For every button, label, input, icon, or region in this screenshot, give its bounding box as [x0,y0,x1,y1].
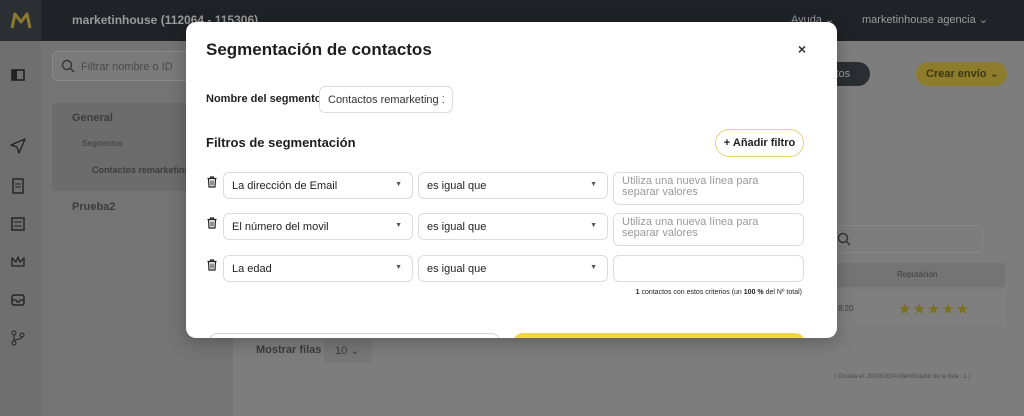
value-textarea[interactable] [613,213,804,246]
group-title-prueba2[interactable]: Prueba2 [72,201,115,213]
search-icon [61,59,75,73]
filter-row: La dirección de Email ▼ es igual que ▼ [206,172,806,206]
segment-name-label: Nombre del segmento [206,93,322,105]
segmentation-modal: Segmentación de contactos × Nombre del s… [186,22,837,338]
inbox-icon[interactable] [10,292,26,308]
value-textarea[interactable] [613,172,804,205]
chevron-down-icon: ▼ [395,264,402,271]
contacts-count-summary: 1 contactos con estos criterios (un 100 … [635,289,802,296]
table-header: Reputación [832,263,1005,287]
segments-label: Segmentos [82,139,123,148]
filter-row: La edad ▼ es igual que ▼ [206,255,806,289]
field-select-value: La dirección de Email [232,180,338,192]
icon-sidebar [0,41,41,416]
chevron-down-icon: ▼ [590,222,597,229]
list-icon[interactable] [10,216,26,232]
filter-search-input[interactable]: Filtrar nombre o ID [52,51,202,81]
segment-item[interactable]: Contactos remarketing 1 [92,165,198,175]
chevron-down-icon: ▼ [590,264,597,271]
rows-select[interactable]: 10 ⌄ [324,339,372,363]
row-time: 8:20 [838,304,854,313]
operator-select-value: es igual que [427,221,487,233]
field-select[interactable]: La dirección de Email ▼ [223,172,413,199]
create-send-button[interactable]: Crear envío ⌄ [916,62,1007,86]
trash-icon[interactable] [206,216,218,229]
group-title-general[interactable]: General [72,112,113,124]
trash-icon[interactable] [206,175,218,188]
account-menu[interactable]: marketinhouse agencia ⌄ [862,13,988,26]
reputation-header[interactable]: Reputación [897,270,937,279]
rating-stars: ★★★★★ [898,301,971,318]
operator-select-value: es igual que [427,263,487,275]
branch-icon[interactable] [10,330,26,346]
list-footer: ( Creada el: 20/03/2024 Identificador de… [834,374,971,380]
trash-icon[interactable] [206,258,218,271]
rows-label: Mostrar filas [256,344,322,356]
add-filter-button[interactable]: + Añadir filtro [715,129,804,157]
field-select[interactable]: La edad ▼ [223,255,413,282]
chevron-down-icon: ▼ [395,181,402,188]
logo-icon[interactable] [0,0,41,41]
send-icon[interactable] [10,138,26,154]
crown-icon[interactable] [10,254,26,270]
modal-title: Segmentación de contactos [206,40,432,59]
document-icon[interactable] [10,178,26,194]
table-row[interactable]: 8:20 ★★★★★ [832,289,1005,327]
segment-name-input[interactable] [319,86,453,113]
filters-title: Filtros de segmentación [206,135,356,150]
panel-toggle-icon[interactable] [10,67,26,83]
chevron-down-icon: ▼ [395,222,402,229]
close-icon[interactable]: × [793,40,811,58]
operator-select-value: es igual que [427,180,487,192]
operator-select[interactable]: es igual que ▼ [418,255,608,282]
field-select-value: La edad [232,263,272,275]
search-icon [837,232,851,246]
cancel-button[interactable] [208,333,501,338]
operator-select[interactable]: es igual que ▼ [418,172,608,199]
save-segment-button[interactable] [513,333,805,338]
chevron-down-icon: ▼ [590,181,597,188]
filter-row: El número del movil ▼ es igual que ▼ [206,213,806,247]
operator-select[interactable]: es igual que ▼ [418,213,608,240]
field-select-value: El número del movil [232,221,329,233]
value-input[interactable] [613,255,804,282]
search-placeholder: Filtrar nombre o ID [81,61,173,73]
table-search-input[interactable] [830,225,983,253]
field-select[interactable]: El número del movil ▼ [223,213,413,240]
